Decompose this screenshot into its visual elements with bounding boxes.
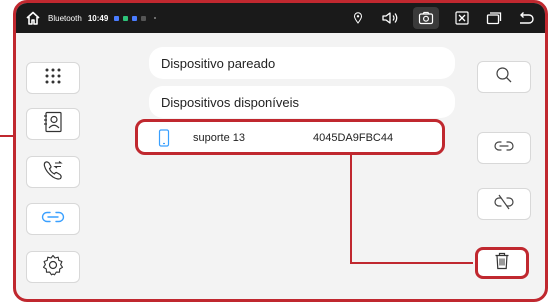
sidebar-item-settings[interactable]	[26, 251, 80, 283]
disconnect-button[interactable]	[477, 188, 531, 220]
back-icon[interactable]	[517, 9, 535, 27]
phone-icon	[158, 129, 170, 150]
notification-icon	[123, 15, 129, 21]
location-icon	[349, 9, 367, 27]
notification-icon	[141, 15, 147, 21]
device-name: suporte 13	[193, 132, 245, 144]
annotation-line-vertical	[350, 155, 352, 263]
settings-icon	[42, 254, 64, 281]
dialpad-icon	[43, 66, 63, 91]
device-mac-address: 4045DA9FBC44	[313, 132, 394, 144]
sidebar-item-bluetooth[interactable]	[26, 203, 80, 235]
window-switch-icon[interactable]	[485, 9, 503, 27]
delete-icon	[494, 252, 510, 275]
paired-devices-label: Dispositivo pareado	[161, 55, 276, 71]
sidebar-item-call-log[interactable]	[26, 156, 80, 188]
search-devices-button[interactable]	[477, 61, 531, 93]
connect-icon	[493, 139, 515, 158]
sidebar-item-contacts[interactable]	[26, 108, 80, 140]
close-window-icon[interactable]	[453, 9, 471, 27]
bluetooth-link-icon	[41, 210, 65, 229]
connect-button[interactable]	[477, 132, 531, 164]
notification-icon	[132, 15, 138, 21]
notification-icon	[114, 15, 120, 21]
screenshot-icon[interactable]	[413, 7, 439, 29]
annotation-line-horizontal	[350, 262, 473, 264]
available-devices-label: Dispositivos disponíveis	[161, 94, 300, 110]
device-row[interactable]: suporte 13 4045DA9FBC44	[135, 119, 445, 155]
home-icon[interactable]	[24, 9, 42, 27]
call-log-icon	[42, 159, 64, 186]
notification-icons	[114, 15, 157, 21]
clock: 10:49	[87, 13, 109, 23]
contacts-icon	[43, 111, 63, 138]
notification-dot-icon	[154, 17, 157, 19]
paired-devices-header[interactable]: Dispositivo pareado	[149, 47, 455, 79]
volume-icon[interactable]	[381, 9, 399, 27]
delete-device-button[interactable]	[475, 247, 529, 279]
app-title: Bluetooth	[48, 13, 82, 23]
status-left: Bluetooth 10:49	[16, 9, 157, 27]
status-right	[349, 7, 545, 29]
search-icon	[495, 66, 513, 89]
disconnect-icon	[493, 194, 515, 215]
available-devices-header[interactable]: Dispositivos disponíveis	[149, 86, 455, 118]
sidebar-item-dialpad[interactable]	[26, 62, 80, 94]
stage: Bluetooth 10:49 Dispositivo pareado Disp…	[0, 0, 560, 306]
status-bar: Bluetooth 10:49	[16, 3, 545, 33]
